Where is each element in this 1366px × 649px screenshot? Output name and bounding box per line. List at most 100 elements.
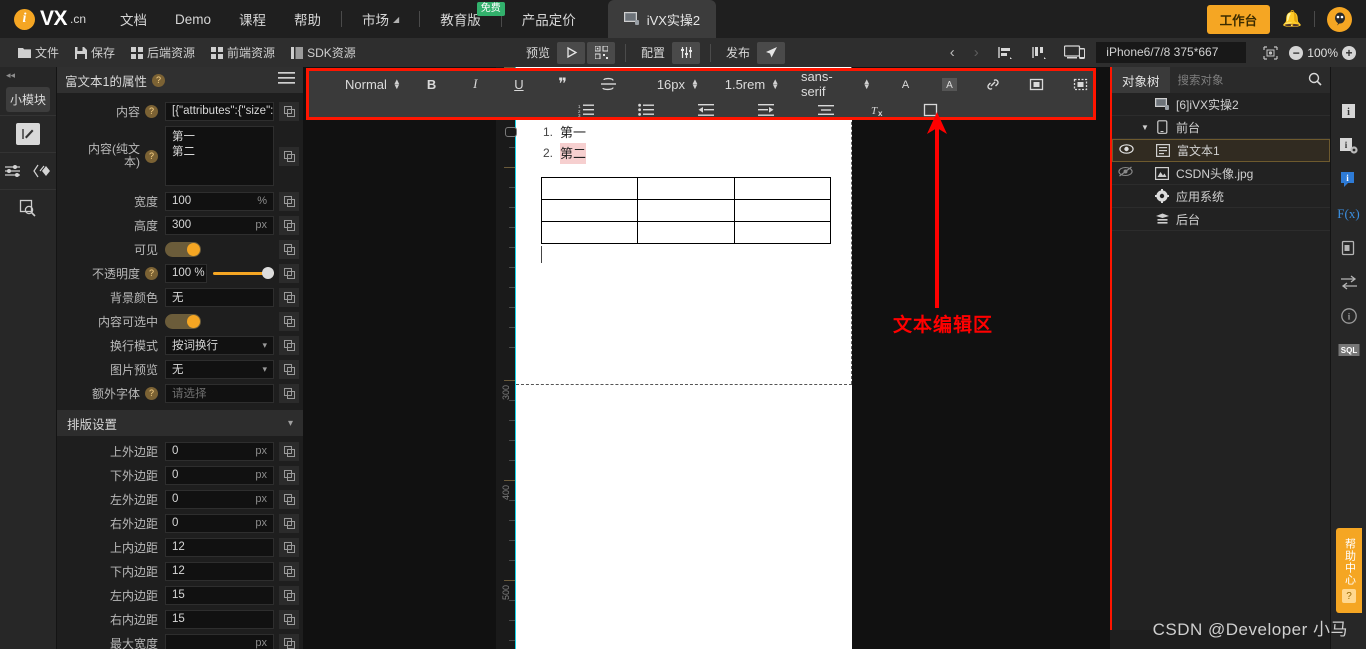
copy-icon[interactable]: [279, 383, 299, 403]
chevron-down-icon[interactable]: ▼: [1138, 123, 1152, 132]
link-icon[interactable]: [980, 73, 1006, 95]
padding-bottom-input[interactable]: 12: [165, 561, 274, 581]
extrafont-input[interactable]: 请选择: [165, 383, 274, 403]
table-cell[interactable]: [637, 199, 735, 222]
visibility-eye-icon[interactable]: [1113, 144, 1139, 157]
tree-node-image[interactable]: CSDN头像.jpg: [1112, 162, 1330, 185]
text-bg-color-icon[interactable]: A: [936, 73, 962, 95]
padding-top-input[interactable]: 12: [165, 537, 274, 557]
padding-right-input[interactable]: 15: [165, 609, 274, 629]
text-color-icon[interactable]: A: [893, 73, 919, 95]
table-cell[interactable]: [540, 221, 639, 244]
margin-bottom-input[interactable]: 0 px: [165, 465, 274, 485]
max-width-input[interactable]: px: [165, 633, 274, 649]
copy-icon[interactable]: [279, 335, 299, 355]
bgcolor-input[interactable]: 无: [165, 287, 274, 307]
help-icon[interactable]: ?: [145, 149, 158, 163]
blockquote-button[interactable]: ❞: [550, 73, 576, 95]
device-icon[interactable]: [1059, 42, 1091, 64]
file-button[interactable]: 文件: [10, 38, 67, 67]
margin-right-input[interactable]: 0 px: [165, 513, 274, 533]
publish-label[interactable]: 发布: [720, 44, 756, 61]
help-icon[interactable]: ?: [145, 104, 158, 118]
opacity-slider[interactable]: [213, 264, 274, 283]
help-icon[interactable]: ?: [145, 266, 158, 280]
logo[interactable]: i VX .cn: [0, 7, 86, 31]
zoom-in-button[interactable]: +: [1342, 45, 1356, 60]
visibility-hidden-icon[interactable]: [1112, 166, 1138, 180]
ordered-list-icon[interactable]: 123: [573, 99, 599, 121]
font-family-select[interactable]: sans-serif ▲ ▼: [801, 69, 871, 99]
copy-icon[interactable]: [279, 489, 299, 509]
table-row[interactable]: [540, 221, 832, 244]
copy-icon[interactable]: [279, 146, 299, 166]
plaintext-textarea[interactable]: 第一 第二: [165, 126, 274, 186]
distribute-icon[interactable]: [1025, 42, 1053, 64]
copy-icon[interactable]: [279, 263, 299, 283]
copy-icon[interactable]: [279, 585, 299, 605]
underline-button[interactable]: U: [506, 73, 532, 95]
italic-button[interactable]: I: [462, 73, 488, 95]
margin-left-input[interactable]: 0 px: [165, 489, 274, 509]
video-icon[interactable]: [1067, 73, 1093, 95]
info-blue-icon[interactable]: i: [1331, 163, 1366, 197]
selection-handle[interactable]: [505, 127, 517, 137]
fx-icon[interactable]: F(x): [1331, 197, 1366, 231]
send-icon[interactable]: [757, 41, 786, 64]
table-row[interactable]: [540, 177, 832, 200]
copy-icon[interactable]: [279, 191, 299, 211]
tree-node-frontend[interactable]: ▼ 前台: [1112, 116, 1330, 139]
backend-resource-button[interactable]: 后端资源: [123, 38, 203, 67]
search-object-input[interactable]: 搜索对象: [1169, 67, 1330, 93]
copy-icon[interactable]: [279, 609, 299, 629]
selectable-toggle[interactable]: [165, 313, 201, 329]
wrapmode-select[interactable]: 按词换行 ▾: [165, 335, 274, 355]
align-icon[interactable]: [813, 99, 839, 121]
sliders-icon[interactable]: [672, 41, 701, 64]
workbench-button[interactable]: 工作台: [1206, 4, 1271, 34]
richtext-content[interactable]: 1. 第一 2. 第二: [540, 122, 832, 263]
config-label[interactable]: 配置: [635, 44, 671, 61]
indent-icon[interactable]: [753, 99, 779, 121]
copy-icon[interactable]: [279, 287, 299, 307]
table-icon[interactable]: [917, 99, 943, 121]
richtext-table[interactable]: [540, 177, 832, 244]
device-selector[interactable]: iPhone6/7/8 375*667: [1096, 42, 1247, 63]
collapse-left-icon[interactable]: ◂◂: [0, 67, 56, 84]
table-cell[interactable]: [733, 199, 832, 222]
nav-item-docs[interactable]: 文档: [106, 0, 161, 38]
width-input[interactable]: 100 %: [165, 191, 274, 211]
table-cell[interactable]: [637, 221, 735, 244]
play-icon[interactable]: [557, 41, 586, 64]
screenshot-icon[interactable]: [1256, 42, 1284, 64]
help-center-tab[interactable]: 帮助中心 ?: [1336, 528, 1362, 613]
align-icon[interactable]: [991, 42, 1019, 64]
small-module-chip[interactable]: 小模块: [6, 87, 50, 112]
info-gear-icon[interactable]: i: [1331, 129, 1366, 163]
sliders-small-icon[interactable]: [1, 160, 25, 182]
height-input[interactable]: 300 px: [165, 215, 274, 235]
copy-icon[interactable]: [279, 239, 299, 259]
transfer-icon[interactable]: [1331, 265, 1366, 299]
project-tab[interactable]: iVX实操2: [607, 0, 717, 38]
padding-left-input[interactable]: 15: [165, 585, 274, 605]
copy-icon[interactable]: [279, 537, 299, 557]
nav-item-pricing[interactable]: 产品定价: [508, 0, 590, 38]
nav-prev-button[interactable]: ‹: [942, 44, 962, 61]
history-icon[interactable]: i: [1331, 299, 1366, 333]
frontend-resource-button[interactable]: 前端资源: [203, 38, 283, 67]
copy-icon[interactable]: [279, 359, 299, 379]
imgpreview-select[interactable]: 无 ▾: [165, 359, 274, 379]
layers-icon[interactable]: [31, 160, 55, 182]
help-icon[interactable]: ?: [151, 73, 165, 87]
table-cell[interactable]: [540, 177, 639, 200]
table-cell[interactable]: [540, 199, 639, 222]
preview-label[interactable]: 预览: [520, 44, 556, 61]
copy-icon[interactable]: [279, 441, 299, 461]
outdent-icon[interactable]: [693, 99, 719, 121]
strikethrough-icon[interactable]: [593, 73, 623, 95]
table-row[interactable]: [540, 199, 832, 222]
nav-item-education[interactable]: 教育版 免费: [426, 0, 505, 38]
bullet-list-icon[interactable]: [633, 99, 659, 121]
slider-thumb[interactable]: [262, 267, 274, 279]
